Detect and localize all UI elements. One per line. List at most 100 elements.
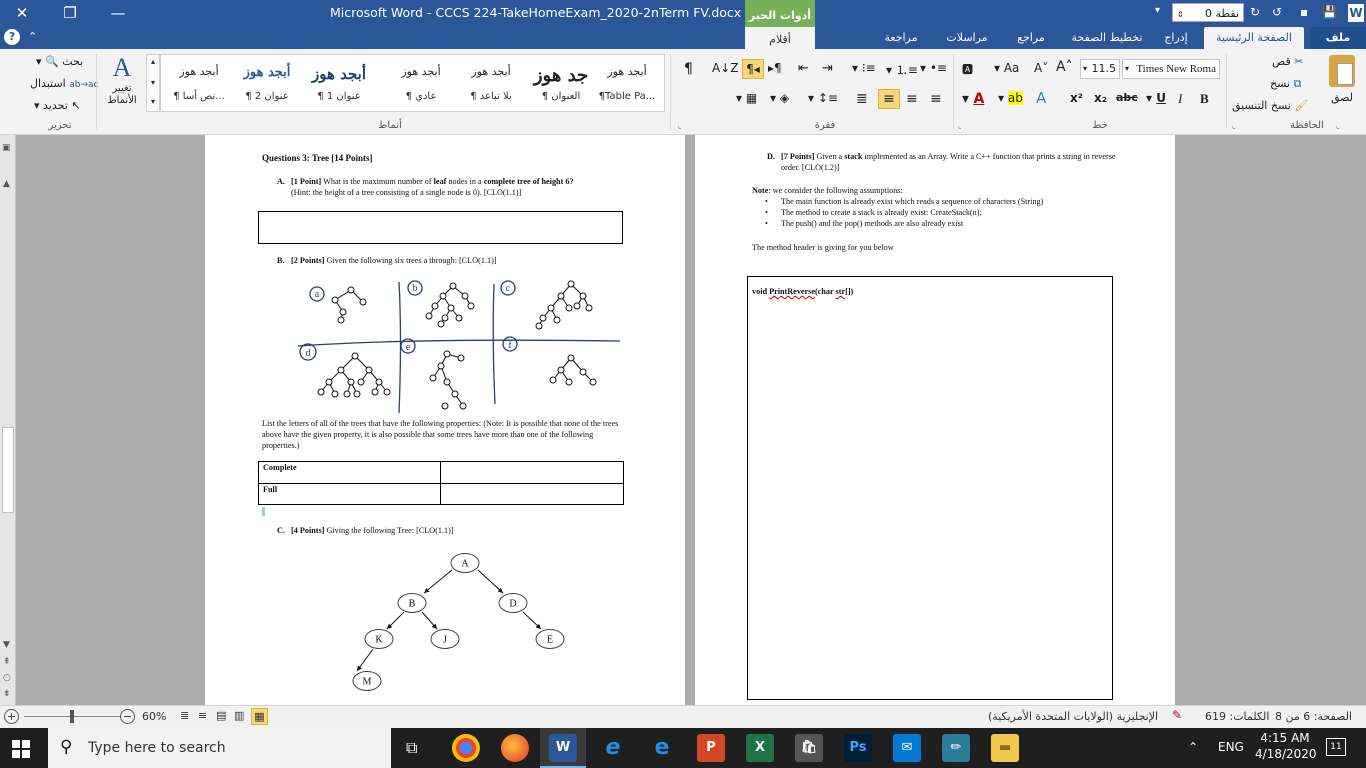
point-size-box[interactable]: ⇕ 0 نقطة bbox=[1172, 3, 1244, 22]
decrease-indent-icon[interactable]: ⇤ bbox=[798, 61, 809, 76]
tab-insert[interactable]: إدراج bbox=[1154, 27, 1198, 49]
line-spacing-icon[interactable]: ▾ ↕≡ bbox=[808, 91, 838, 105]
save-icon[interactable]: 💾 bbox=[1322, 5, 1337, 19]
paragraph-launcher-icon[interactable]: ⌞ bbox=[958, 121, 962, 130]
style-item[interactable]: أبجد هوز ¶ بلا تباعد bbox=[457, 55, 525, 111]
task-view-icon[interactable]: ⧉ bbox=[406, 738, 417, 758]
vertical-scrollbar[interactable]: ▣ ▲ ▼ ⇞ ○ ⇟ bbox=[0, 135, 16, 705]
page-count[interactable]: الصفحة: 6 من 8 bbox=[1275, 710, 1352, 723]
web-layout-icon[interactable]: ▤ bbox=[216, 709, 226, 722]
bullets-icon[interactable]: ▾ •≡ bbox=[920, 61, 947, 75]
word-count[interactable]: الكلمات: 619 bbox=[1205, 710, 1269, 723]
snip-tool-icon[interactable]: ✏ bbox=[942, 734, 970, 762]
zoom-in-icon[interactable]: + bbox=[4, 709, 19, 724]
styles-scroll[interactable]: ▴ ▾ ▾ bbox=[146, 54, 160, 112]
paste-button[interactable]: لصق bbox=[1322, 53, 1362, 115]
underline-icon[interactable]: ▾ U bbox=[1146, 91, 1166, 105]
reading-view-icon[interactable]: ▥ bbox=[234, 709, 244, 722]
chrome-icon[interactable] bbox=[452, 734, 480, 762]
tab-file[interactable]: ملف bbox=[1310, 27, 1366, 49]
qat-icon[interactable]: ▪ bbox=[1300, 5, 1308, 19]
change-case-icon[interactable]: ▾ Aa bbox=[994, 61, 1019, 75]
photoshop-icon[interactable]: Ps bbox=[844, 734, 872, 762]
font-size-input[interactable]: ▾ 11.5 bbox=[1080, 59, 1120, 79]
zoom-out-icon[interactable]: − bbox=[120, 709, 135, 724]
word-taskbar-button[interactable]: W bbox=[540, 728, 586, 768]
tab-references[interactable]: مراجع bbox=[1003, 27, 1059, 49]
redo-icon[interactable]: ↻ bbox=[1250, 5, 1260, 19]
sort-icon[interactable]: A↓Z bbox=[712, 61, 738, 75]
clipboard-launcher-icon[interactable]: ⌞ bbox=[1336, 121, 1340, 130]
restore-button[interactable]: ❐ bbox=[48, 0, 92, 27]
zoom-slider-thumb[interactable] bbox=[70, 710, 74, 723]
text-effects-icon[interactable]: A bbox=[1036, 89, 1046, 107]
tab-home[interactable]: الصفحة الرئيسية bbox=[1204, 27, 1304, 49]
table-cell-full-answer[interactable] bbox=[441, 484, 623, 504]
powerpoint-icon[interactable]: P bbox=[697, 734, 725, 762]
prev-page-icon[interactable]: ⇞ bbox=[3, 657, 11, 667]
font-size-dropdown-icon[interactable]: ▾ bbox=[1081, 60, 1087, 78]
minimize-button[interactable]: — bbox=[96, 0, 140, 27]
increase-indent-icon[interactable]: ⇥ bbox=[822, 61, 833, 76]
ruler-toggle-icon[interactable]: ▣ bbox=[2, 143, 11, 153]
style-item[interactable]: أبجد هوز ¶Table Pa... bbox=[593, 55, 661, 111]
highlight-icon[interactable]: ▾ ab bbox=[998, 91, 1023, 105]
font-launcher-icon[interactable]: ⌞ bbox=[1232, 121, 1236, 130]
tab-pens[interactable]: أقلام bbox=[745, 27, 815, 49]
draft-view-icon[interactable]: ≣ bbox=[180, 709, 189, 722]
change-styles-button[interactable]: A تغيير الأنماط bbox=[100, 53, 144, 115]
mail-icon[interactable]: ✉ bbox=[893, 734, 921, 762]
rtl-direction-icon[interactable]: ¶◂ bbox=[742, 59, 764, 79]
strikethrough-icon[interactable]: abc bbox=[1116, 91, 1138, 104]
table-cell-complete-answer[interactable] bbox=[441, 462, 623, 484]
clear-formatting-icon[interactable]: 🅰 bbox=[962, 61, 973, 77]
style-item[interactable]: أبجد هوز ¶ عنوان 2 bbox=[233, 55, 301, 111]
scroll-down-arrow-icon[interactable]: ▼ bbox=[3, 640, 10, 650]
help-icon[interactable]: ? bbox=[4, 29, 20, 45]
select-button[interactable]: ▾ تحديد ↖ bbox=[34, 99, 81, 112]
collapse-ribbon-icon[interactable]: ⌃ bbox=[28, 30, 37, 43]
font-color-icon[interactable]: ▾ A bbox=[962, 91, 984, 107]
page-left[interactable]: Questions 3: Tree [14 Points] A. [1 Poin… bbox=[205, 135, 685, 705]
code-answer-box[interactable]: void PrintReverse(char str[]) bbox=[747, 276, 1113, 700]
superscript-icon[interactable]: x² bbox=[1070, 91, 1083, 105]
styles-launcher-icon[interactable]: ⌞ bbox=[678, 121, 682, 130]
replace-button[interactable]: استبدال ab→ac bbox=[30, 77, 98, 90]
font-name-input[interactable]: ▾ Times New Roma bbox=[1122, 59, 1220, 79]
style-item[interactable]: أبجد هوز ¶ عنوان 1 bbox=[305, 55, 373, 111]
distributed-icon[interactable]: ≣ bbox=[856, 91, 868, 107]
align-center-icon[interactable]: ≡ bbox=[906, 91, 918, 107]
edge-icon[interactable]: e bbox=[648, 734, 676, 762]
undo-icon[interactable]: ↺ bbox=[1272, 5, 1282, 19]
ltr-direction-icon[interactable]: ▸¶ bbox=[768, 61, 782, 75]
proofing-icon[interactable]: ✎ bbox=[1172, 708, 1182, 722]
language-status[interactable]: الإنجليزية (الولايات المتحدة الأمريكية) bbox=[988, 710, 1158, 723]
font-name-dropdown-icon[interactable]: ▾ bbox=[1123, 60, 1129, 78]
scroll-up-arrow-icon[interactable]: ▲ bbox=[3, 179, 10, 189]
italic-icon[interactable]: I bbox=[1178, 91, 1182, 107]
tab-layout[interactable]: تخطيط الصفحة bbox=[1062, 27, 1152, 49]
answer-box-a[interactable] bbox=[258, 211, 623, 244]
more-styles-icon[interactable]: ▾ bbox=[147, 97, 159, 106]
close-button[interactable]: ✕ bbox=[0, 0, 44, 27]
grow-font-icon[interactable]: A˄ bbox=[1056, 59, 1073, 75]
cut-button[interactable]: قص ✂ bbox=[1272, 55, 1303, 68]
page-right[interactable]: D. [7 Points] Given a stack implemented … bbox=[695, 135, 1175, 705]
scroll-up-icon[interactable]: ▴ bbox=[147, 57, 159, 66]
bold-icon[interactable]: B bbox=[1200, 91, 1209, 107]
input-language[interactable]: ENG bbox=[1218, 740, 1244, 754]
notifications-icon[interactable]: 11 bbox=[1326, 738, 1346, 756]
print-layout-icon[interactable]: ▦ bbox=[251, 708, 268, 725]
store-icon[interactable]: 🛍 bbox=[795, 734, 823, 762]
spin-icon[interactable]: ⇕ bbox=[1177, 10, 1184, 19]
windows-start-icon[interactable] bbox=[12, 740, 30, 758]
copy-button[interactable]: نسخ ⧉ bbox=[1270, 77, 1301, 91]
multilevel-list-icon[interactable]: ▾ ⁝≡ bbox=[852, 61, 876, 75]
zoom-level[interactable]: 60% bbox=[142, 710, 166, 723]
format-painter-button[interactable]: نسخ التنسيق 🖌 bbox=[1232, 99, 1308, 112]
pilcrow-icon[interactable]: ¶ bbox=[684, 61, 693, 77]
firefox-icon[interactable] bbox=[501, 734, 529, 762]
numbering-icon[interactable]: ▾ ⒈≡ bbox=[886, 61, 918, 78]
file-explorer-icon[interactable]: ▬ bbox=[991, 734, 1019, 762]
excel-icon[interactable]: X bbox=[746, 734, 774, 762]
